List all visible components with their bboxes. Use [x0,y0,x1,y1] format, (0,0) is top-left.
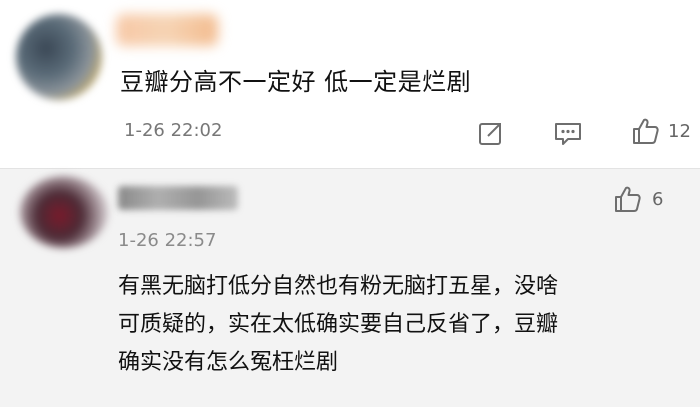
like-count: 12 [668,120,691,142]
reply-text-line: 有黑无脑打低分自然也有粉无脑打五星，没啥 [118,274,559,299]
reply-text-line: 确实没有怎么冤枉烂剧 [118,350,339,375]
reply-username-blurred[interactable] [118,186,238,210]
like-button[interactable]: 12 [630,116,691,146]
comment-icon [553,118,583,148]
thumbs-up-icon [612,184,642,214]
reply-text-line: 可质疑的，实在太低确实要自己反省了，豆瓣 [118,312,559,337]
comment-text: 豆瓣分高不一定好 低一定是烂剧 [120,68,472,96]
avatar[interactable] [16,14,102,100]
reply-like-button[interactable]: 6 [612,184,663,214]
comment-card: 豆瓣分高不一定好 低一定是烂剧 1-26 22:02 12 [0,0,700,168]
comment-timestamp: 1-26 22:02 [124,120,223,141]
share-button[interactable] [476,118,506,148]
reply-avatar[interactable] [20,176,108,248]
share-icon [476,118,506,148]
reply-timestamp: 1-26 22:57 [118,230,217,251]
comment-button[interactable] [553,118,583,148]
reply-text: 有黑无脑打低分自然也有粉无脑打五星，没啥 可质疑的，实在太低确实要自己反省了，豆… [118,268,678,382]
thumbs-up-icon [630,116,660,146]
username-blurred[interactable] [116,14,218,46]
reply-like-count: 6 [652,188,664,210]
